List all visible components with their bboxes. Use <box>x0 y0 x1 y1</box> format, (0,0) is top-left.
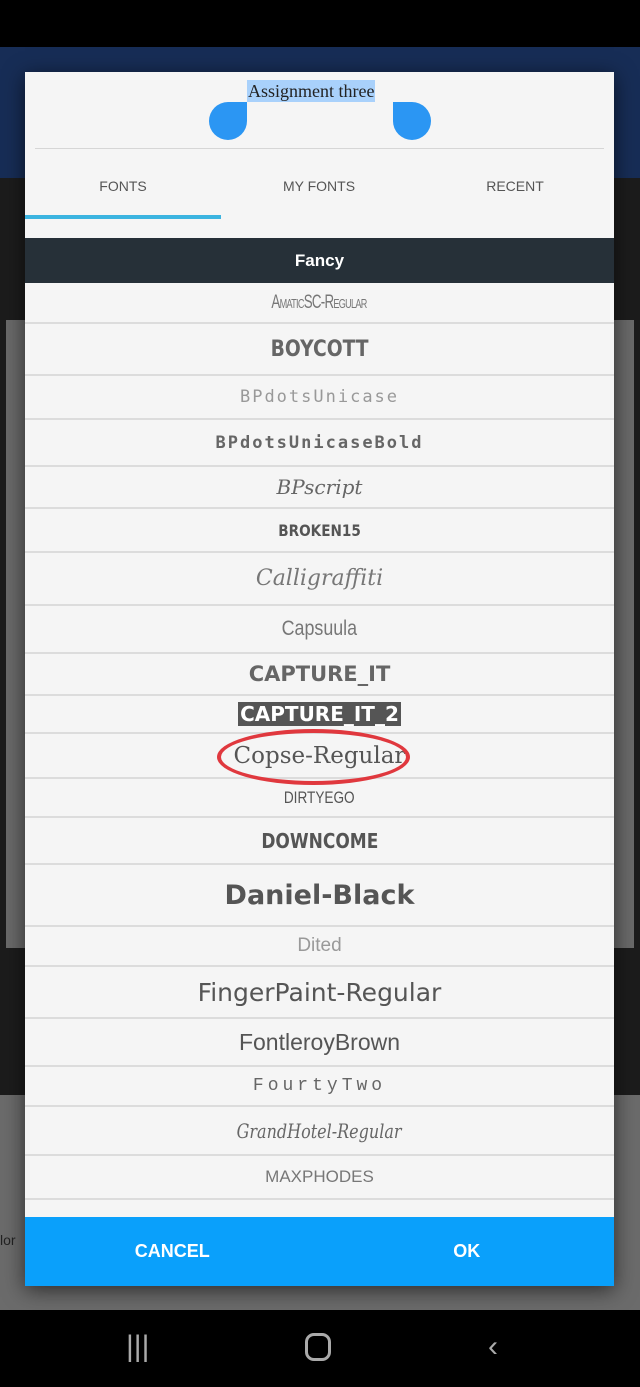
home-icon[interactable] <box>305 1333 331 1361</box>
font-name: FontleroyBrown <box>238 1028 401 1055</box>
font-name: AmaticSC-Regular <box>271 291 368 313</box>
font-name: FingerPaint-Regular <box>197 977 442 1007</box>
recent-apps-icon[interactable]: ||| <box>126 1330 149 1364</box>
font-item[interactable]: FontleroyBrown <box>25 1019 614 1067</box>
font-item[interactable]: BPdotsUnicaseBold <box>25 420 614 467</box>
font-name: BPscript <box>276 475 363 499</box>
font-name: Dited <box>297 935 342 956</box>
font-name: CAPTURE_IT_2 <box>238 702 401 726</box>
font-name: BPdotsUnicaseBold <box>215 432 424 453</box>
font-name: BROKEN15 <box>278 520 361 540</box>
font-picker-dialog: Assignment three FONTS MY FONTS RECENT F… <box>25 72 614 1286</box>
font-item[interactable]: GrandHotel-Regular <box>25 1107 614 1156</box>
font-name: DIRTYEGO <box>284 787 355 807</box>
font-name: BOYCOTT <box>270 336 369 362</box>
font-name: GrandHotel-Regular <box>237 1118 402 1143</box>
font-item[interactable]: BOYCOTT <box>25 324 614 376</box>
cancel-button[interactable]: CANCEL <box>25 1217 320 1286</box>
font-item[interactable]: Capsuula <box>25 606 614 654</box>
status-bar <box>0 0 640 47</box>
font-name: BPdotsUnicase <box>239 387 400 407</box>
font-name: FourtyTwo <box>252 1076 387 1096</box>
tab-recent[interactable]: RECENT <box>417 178 613 194</box>
font-name: Daniel-Black <box>224 879 415 911</box>
selection-handle-right[interactable] <box>393 102 431 140</box>
divider <box>35 148 604 149</box>
active-tab-indicator <box>25 215 221 219</box>
font-item[interactable]: Calligraffiti <box>25 553 614 606</box>
font-name: MAXPHODES <box>265 1167 374 1186</box>
font-item[interactable]: CAPTURE_IT <box>25 654 614 696</box>
back-icon[interactable]: ‹ <box>488 1330 498 1364</box>
font-name: Calligraffiti <box>255 566 384 591</box>
tab-fonts[interactable]: FONTS <box>25 178 221 194</box>
font-item[interactable]: Dited <box>25 927 614 967</box>
font-name: Capsuula <box>281 617 358 640</box>
font-item[interactable]: ... <box>25 1200 614 1218</box>
font-item[interactable]: AmaticSC-Regular <box>25 283 614 324</box>
font-item[interactable]: Daniel-Black <box>25 865 614 927</box>
font-name: DOWNCOME <box>260 828 379 853</box>
font-item[interactable]: DOWNCOME <box>25 818 614 865</box>
font-name: CAPTURE_IT <box>248 662 391 686</box>
font-item[interactable]: BPscript <box>25 467 614 509</box>
font-item[interactable]: FourtyTwo <box>25 1067 614 1107</box>
font-item[interactable]: FingerPaint-Regular <box>25 967 614 1019</box>
ok-button[interactable]: OK <box>320 1217 615 1286</box>
tab-my-fonts[interactable]: MY FONTS <box>221 178 417 194</box>
selection-handle-left[interactable] <box>209 102 247 140</box>
category-header: Fancy <box>25 238 614 283</box>
font-item[interactable]: BROKEN15 <box>25 509 614 553</box>
font-item[interactable]: MAXPHODES <box>25 1156 614 1200</box>
annotation-circle <box>217 729 410 785</box>
selected-text[interactable]: Assignment three <box>247 80 376 102</box>
tool-label: lor <box>0 1232 16 1248</box>
font-item[interactable]: BPdotsUnicase <box>25 376 614 420</box>
